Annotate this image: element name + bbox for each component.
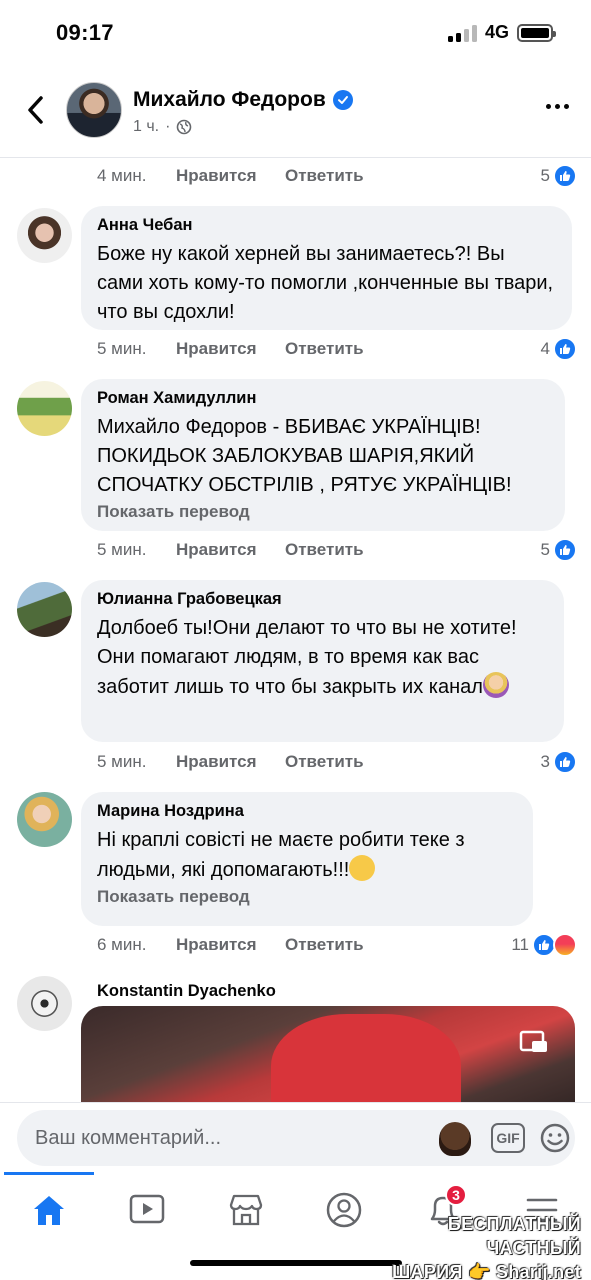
watermark: БЕСПЛАТНЫЙ ЧАСТНЫЙ ШАРИЯ 👉 Sharij.net: [392, 1214, 581, 1280]
chevron-left-icon: [28, 96, 43, 124]
reaction-count[interactable]: 3: [541, 745, 577, 779]
commenter-name[interactable]: Анна Чебан: [97, 216, 556, 235]
signal-icon: [447, 24, 477, 42]
woman-facepalming-emoji: [482, 672, 509, 698]
like-reaction-icon: [553, 164, 577, 188]
show-translation-link[interactable]: Показать перевод: [97, 502, 549, 522]
like-button[interactable]: Нравится: [176, 540, 285, 560]
picture-in-picture-icon[interactable]: [519, 1030, 549, 1054]
comment-actions: 5 мин. Нравится Ответить 4: [97, 332, 577, 366]
neutral-face-emoji: [349, 855, 376, 881]
post-meta: 1 ч. ·: [133, 118, 192, 136]
commenter-name[interactable]: Роман Хамидуллин: [97, 389, 549, 408]
avatar-sticker-button[interactable]: [439, 1122, 471, 1156]
comment-time: 4 мин.: [97, 166, 147, 185]
gif-button[interactable]: GIF: [491, 1123, 525, 1153]
like-button[interactable]: Нравится: [176, 339, 285, 359]
reaction-count[interactable]: 5: [541, 159, 577, 193]
commenter-avatar[interactable]: [17, 381, 72, 436]
reaction-count[interactable]: 4: [541, 332, 577, 366]
verified-icon: [332, 90, 353, 110]
comment-actions: 5 мин. Нравится Ответить 3: [97, 745, 577, 779]
reply-button[interactable]: Ответить: [285, 752, 364, 772]
tab-watch[interactable]: [123, 1188, 171, 1232]
reply-button[interactable]: Ответить: [285, 540, 364, 560]
author-name[interactable]: Михайло Федоров: [133, 88, 353, 112]
author-name-text: Михайло Федоров: [133, 88, 326, 111]
comment-bubble[interactable]: Марина Ноздрина Ні краплі совісті не має…: [81, 792, 533, 926]
status-bar: 09:17 4G: [0, 0, 591, 66]
tab-home[interactable]: [25, 1188, 73, 1232]
like-button[interactable]: Нравится: [176, 935, 285, 955]
like-reaction-icon: [553, 337, 577, 361]
like-button[interactable]: Нравится: [176, 752, 285, 772]
post-header: Михайло Федоров 1 ч. ·: [0, 66, 591, 158]
status-time: 09:17: [56, 20, 114, 45]
post-time: 1 ч.: [133, 118, 160, 135]
comment-bubble[interactable]: Юлианна Грабовецкая Долбоеб ты!Они делаю…: [81, 580, 564, 742]
comment-bubble[interactable]: Роман Хамидуллин Михайло Федоров - ВБИВА…: [81, 379, 565, 531]
comment-actions: 4 мин. Нравится Ответить 5: [97, 159, 577, 193]
tab-marketplace[interactable]: [222, 1188, 270, 1232]
comment-time: 5 мин.: [97, 339, 147, 358]
back-button[interactable]: [20, 92, 50, 128]
like-button[interactable]: Нравится: [176, 166, 285, 186]
comment-video[interactable]: [81, 1006, 575, 1102]
battery-icon: [517, 23, 556, 42]
comment-text: Михайло Федоров - ВБИВАЄ УКРАЇНЦІВ! ПОКИ…: [97, 416, 512, 496]
like-reaction-icon: [553, 538, 577, 562]
commenter-avatar[interactable]: [17, 976, 72, 1031]
reaction-count[interactable]: 5: [541, 533, 577, 567]
reaction-count[interactable]: 11: [511, 928, 577, 962]
comment-time: 5 мин.: [97, 752, 147, 771]
home-icon: [34, 1196, 64, 1225]
like-reaction-icon: [553, 750, 577, 774]
comment-text: Ні краплі совісті не маєте робити теке з…: [97, 829, 465, 881]
comment-time: 5 мин.: [97, 540, 147, 559]
comment-text: Долбоеб ты!Они делают то что вы не хотит…: [97, 617, 517, 698]
comments-feed[interactable]: 4 мин. Нравится Ответить 5 Анна Чебан Бо…: [0, 158, 591, 1102]
network-label: 4G: [484, 22, 509, 42]
commenter-name[interactable]: Марина Ноздрина: [97, 802, 517, 821]
comment-input[interactable]: Ваш комментарий... GIF: [17, 1110, 575, 1166]
separator-dot: ·: [165, 118, 171, 135]
comment-bubble[interactable]: Анна Чебан Боже ну какой херней вы заним…: [81, 206, 572, 330]
show-translation-link[interactable]: Показать перевод: [97, 887, 517, 907]
comment-composer: Ваш комментарий... GIF: [0, 1102, 591, 1172]
emoji-icon[interactable]: [539, 1122, 571, 1154]
notification-badge: 3: [445, 1184, 467, 1206]
marketplace-icon: [229, 1194, 263, 1226]
comment-time: 6 мин.: [97, 935, 147, 954]
more-options-button[interactable]: [546, 104, 569, 109]
globe-icon: [177, 119, 192, 135]
reply-button[interactable]: Ответить: [285, 935, 364, 955]
comment-placeholder: Ваш комментарий...: [35, 1127, 222, 1149]
comment-actions: 5 мин. Нравится Ответить 5: [97, 533, 577, 567]
author-avatar[interactable]: [66, 82, 122, 138]
video-icon: [129, 1194, 165, 1224]
commenter-name[interactable]: Konstantin Dyachenko: [97, 982, 276, 1001]
pointing-hand-icon: 👉: [467, 1262, 491, 1280]
comment-text: Боже ну какой херней вы занимаетесь?! Вы…: [97, 243, 554, 323]
status-indicators: 4G: [447, 22, 556, 43]
reply-button[interactable]: Ответить: [285, 339, 364, 359]
active-tab-indicator: [4, 1172, 94, 1175]
commenter-name[interactable]: Юлианна Грабовецкая: [97, 590, 548, 609]
reply-button[interactable]: Ответить: [285, 166, 364, 186]
commenter-avatar[interactable]: [17, 208, 72, 263]
comment-actions: 6 мин. Нравится Ответить 11: [97, 928, 577, 962]
commenter-avatar[interactable]: [17, 792, 72, 847]
commenter-avatar[interactable]: [17, 582, 72, 637]
angry-reaction-icon: [553, 933, 577, 957]
